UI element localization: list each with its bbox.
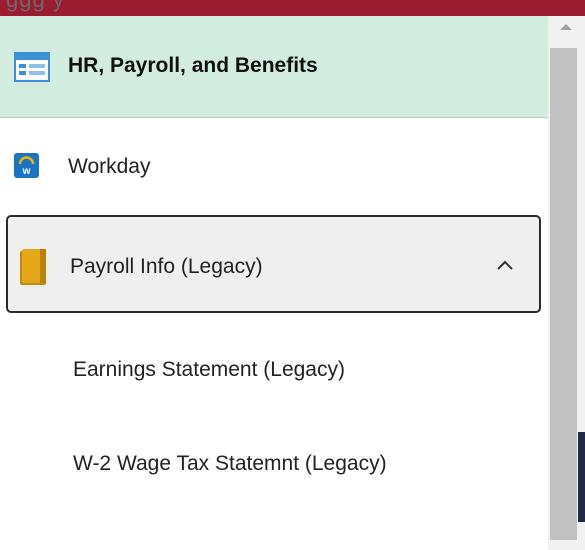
submenu-item-w2-statement[interactable]: W-2 Wage Tax Statemnt (Legacy): [73, 451, 433, 477]
menu-item-workday[interactable]: w Workday: [0, 136, 548, 196]
submenu-item-label: W-2 Wage Tax Statemnt (Legacy): [73, 452, 387, 475]
menu-header: HR, Payroll, and Benefits: [0, 16, 548, 118]
banner-text-cut: ggg y: [6, 0, 65, 13]
scroll-up-arrow-icon[interactable]: [548, 16, 585, 36]
navigation-menu: HR, Payroll, and Benefits w Workday Payr…: [0, 16, 548, 550]
background-edge: [578, 432, 585, 522]
submenu-item-label: Earnings Statement (Legacy): [73, 358, 345, 381]
workday-logo-icon: w: [14, 153, 39, 178]
chevron-up-icon[interactable]: [495, 255, 515, 275]
submenu-item-earnings-statement[interactable]: Earnings Statement (Legacy): [73, 357, 345, 383]
scrollbar-thumb[interactable]: [550, 48, 577, 540]
menu-item-label: Workday: [68, 155, 151, 178]
menu-item-payroll-info[interactable]: Payroll Info (Legacy): [6, 215, 541, 313]
window-list-icon: [14, 52, 50, 82]
svg-text:w: w: [22, 166, 31, 177]
top-banner-strip: ggg y: [0, 0, 585, 16]
folder-icon: [20, 249, 46, 285]
menu-item-label: Payroll Info (Legacy): [70, 255, 263, 278]
page-title: HR, Payroll, and Benefits: [68, 54, 318, 77]
